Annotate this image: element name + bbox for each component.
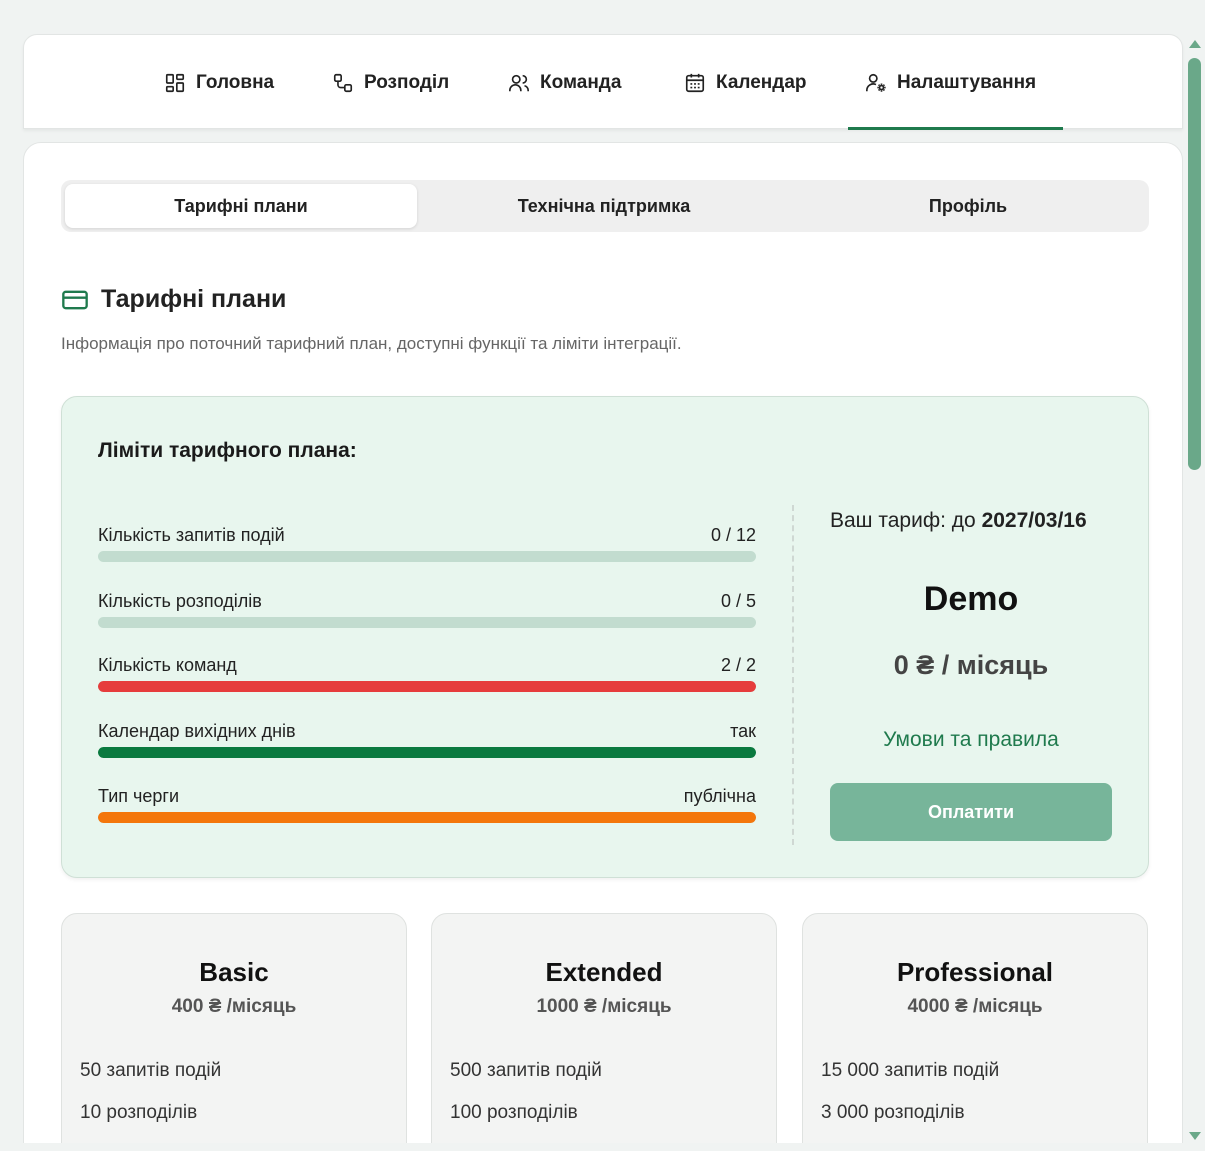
- vertical-scrollbar[interactable]: [1185, 34, 1205, 1144]
- top-navigation: Головна Розподіл Команда Календар Налашт…: [23, 34, 1183, 130]
- nav-item-label: Розподіл: [364, 71, 450, 93]
- nav-item-settings[interactable]: Налаштування: [865, 35, 1036, 130]
- user-settings-icon: [866, 73, 886, 92]
- limit-value: публічна: [683, 786, 756, 806]
- plan-card-feature: 500 запитів подій: [450, 1060, 602, 1081]
- limit-progress-fill: [98, 681, 756, 692]
- nav-item-label: Команда: [540, 71, 622, 93]
- nav-item-label: Головна: [196, 71, 275, 93]
- plan-card-name: Extended: [545, 957, 663, 987]
- limit-value: 0 / 12: [710, 525, 756, 545]
- scroll-down-arrow-icon[interactable]: [1189, 1132, 1201, 1140]
- tab-tech-support[interactable]: Технічна підтримка: [423, 180, 785, 232]
- section-title-text: Тарифні плани: [101, 285, 287, 313]
- limit-progress-bar: [98, 551, 756, 562]
- plan-expiry: Ваш тариф: до 2027/03/16: [830, 509, 1087, 533]
- limit-value: 0 / 5: [720, 591, 756, 611]
- plan-expiry-prefix: Ваш тариф: до: [830, 509, 982, 532]
- plan-card-price: 1000 ₴ /місяць: [536, 996, 672, 1017]
- plan-expiry-date: 2027/03/16: [981, 509, 1087, 532]
- dashed-divider: [792, 505, 794, 845]
- terms-link[interactable]: Умови та правила: [830, 728, 1112, 752]
- nav-item-home[interactable]: Головна: [164, 35, 274, 130]
- limit-label: Кількість запитів подій: [98, 525, 285, 545]
- plan-card-price: 400 ₴ /місяць: [171, 996, 297, 1017]
- current-plan-price: 0 ₴ / місяць: [893, 650, 1049, 680]
- plan-limits-card: Ліміти тарифного плана: Кількість запиті…: [61, 396, 1149, 878]
- plan-card-name: Professional: [896, 957, 1054, 987]
- nav-item-calendar[interactable]: Календар: [684, 35, 807, 130]
- plan-card-price: 4000 ₴ /місяць: [907, 996, 1043, 1017]
- limit-label: Кількість команд: [98, 655, 237, 675]
- plan-card-feature: 100 розподілів: [450, 1102, 578, 1123]
- limit-label: Календар вихідних днів: [98, 721, 296, 741]
- plan-card-professional[interactable]: Professional 4000 ₴ /місяць 15 000 запит…: [802, 913, 1148, 1151]
- plan-card-feature: 15 000 запитів подій: [821, 1060, 1000, 1081]
- limit-label: Кількість розподілів: [98, 591, 262, 611]
- pay-button[interactable]: Оплатити: [830, 783, 1112, 841]
- nav-item-distribution[interactable]: Розподіл: [332, 35, 449, 130]
- plan-card-extended[interactable]: Extended 1000 ₴ /місяць 500 запитів поді…: [431, 913, 777, 1151]
- tab-tariff-plans[interactable]: Тарифні плани: [65, 184, 417, 228]
- plan-card-feature: 10 розподілів: [80, 1102, 198, 1123]
- users-icon: [509, 74, 529, 91]
- plan-card-name: Basic: [199, 957, 269, 987]
- limit-value: 2 / 2: [720, 655, 756, 675]
- credit-card-icon: [62, 290, 88, 309]
- plan-card-feature: 50 запитів подій: [80, 1060, 222, 1081]
- distribution-icon: [333, 73, 353, 92]
- settings-tabs: Тарифні плани Технічна підтримка Профіль: [61, 180, 1149, 232]
- calendar-icon: [685, 73, 705, 92]
- nav-item-label: Налаштування: [897, 71, 1037, 93]
- plan-card-basic[interactable]: Basic 400 ₴ /місяць 50 запитів подій 10 …: [61, 913, 407, 1151]
- limit-progress-bar: [98, 617, 756, 628]
- scrollbar-thumb[interactable]: [1188, 58, 1201, 470]
- limit-progress-fill: [98, 812, 756, 823]
- tab-profile[interactable]: Профіль: [787, 180, 1149, 232]
- limit-progress-bar: [98, 747, 756, 758]
- limit-progress-fill: [98, 747, 756, 758]
- limit-progress-bar: [98, 681, 756, 692]
- nav-item-team[interactable]: Команда: [508, 35, 621, 130]
- limit-label: Тип черги: [98, 786, 180, 806]
- nav-item-label: Календар: [716, 71, 807, 93]
- limit-value: так: [730, 721, 756, 741]
- current-plan-name: Demo: [923, 580, 1019, 618]
- grid-icon: [165, 73, 185, 92]
- limit-progress-bar: [98, 812, 756, 823]
- plan-card-feature: 3 000 розподілів: [821, 1102, 965, 1123]
- section-title: Тарифні плани: [61, 285, 286, 314]
- settings-panel: Тарифні плани Технічна підтримка Профіль…: [23, 142, 1183, 1151]
- limits-title: Ліміти тарифного плана:: [98, 439, 357, 462]
- active-nav-indicator: [848, 127, 1063, 130]
- bottom-edge: [0, 1143, 1205, 1151]
- section-description: Інформація про поточний тарифний план, д…: [61, 334, 682, 353]
- scroll-up-arrow-icon[interactable]: [1189, 40, 1201, 48]
